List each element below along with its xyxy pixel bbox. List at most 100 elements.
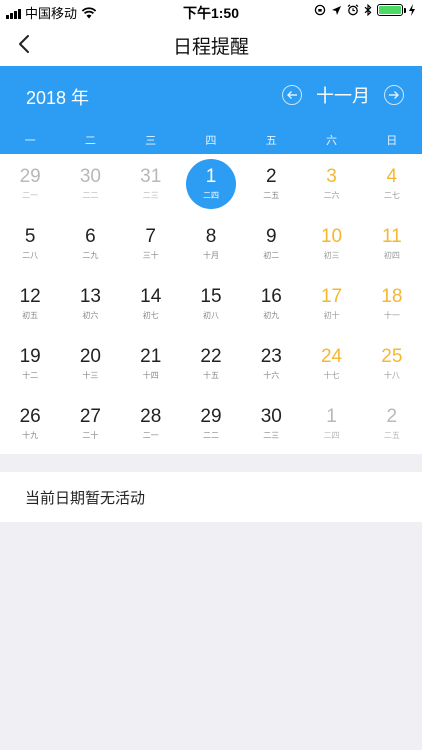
day-number: 30 [79, 166, 101, 187]
lunar-date: 二五 [263, 191, 280, 200]
lunar-date: 十二 [22, 371, 39, 380]
calendar-day[interactable]: 4 二七 [362, 154, 422, 214]
page-title: 日程提醒 [172, 37, 249, 58]
lunar-date: 十六 [263, 371, 280, 380]
lunar-date: 初三 [323, 251, 340, 260]
lunar-date: 十八 [383, 371, 400, 380]
day-number: 14 [140, 286, 162, 307]
calendar-day[interactable]: 25 十八 [362, 334, 422, 394]
day-number: 22 [200, 346, 222, 367]
day-number: 29 [200, 406, 222, 427]
day-number: 1 [326, 406, 337, 427]
calendar-day[interactable]: 10 初三 [301, 214, 361, 274]
calendar-day[interactable]: 13 初六 [60, 274, 120, 334]
calendar-day[interactable]: 31 二三 [121, 154, 181, 214]
lunar-date: 十五 [202, 371, 219, 380]
calendar-day-selected[interactable]: 1 二四 [181, 154, 241, 214]
day-number: 20 [79, 346, 101, 367]
calendar-day[interactable]: 29 二一 [0, 154, 60, 214]
day-number: 16 [260, 286, 282, 307]
weekday-label: 日 [386, 135, 398, 147]
day-number: 15 [200, 286, 222, 307]
calendar-day[interactable]: 8 十月 [181, 214, 241, 274]
lunar-date: 二九 [82, 251, 99, 260]
calendar-day[interactable]: 22 十五 [181, 334, 241, 394]
day-number: 2 [265, 166, 277, 187]
location-icon [332, 5, 341, 15]
calendar-day[interactable]: 12 初五 [0, 274, 60, 334]
charging-icon [409, 4, 415, 16]
weekday-label: 五 [265, 135, 277, 147]
calendar-day[interactable]: 16 初九 [241, 274, 301, 334]
lunar-date: 二六 [323, 191, 340, 200]
calendar-day[interactable]: 15 初八 [181, 274, 241, 334]
calendar-day[interactable]: 21 十四 [121, 334, 181, 394]
day-number: 18 [381, 286, 403, 307]
calendar-day[interactable]: 1 二四 [301, 394, 361, 454]
day-number: 6 [85, 226, 96, 247]
calendar-day[interactable]: 11 初四 [362, 214, 422, 274]
lunar-date: 初五 [22, 311, 39, 320]
lunar-date: 三十 [142, 251, 159, 260]
calendar-day[interactable]: 28 二一 [121, 394, 181, 454]
lunar-date: 初二 [263, 251, 280, 260]
calendar-day[interactable]: 6 二九 [60, 214, 120, 274]
prev-month-button[interactable] [282, 85, 302, 105]
calendar-day[interactable]: 26 十九 [0, 394, 60, 454]
calendar-day[interactable]: 3 二六 [301, 154, 361, 214]
rotation-lock-icon [314, 4, 326, 16]
weekday-label: 六 [325, 135, 337, 147]
calendar-day[interactable]: 7 三十 [121, 214, 181, 274]
day-number: 26 [19, 406, 41, 427]
day-number: 8 [205, 226, 217, 247]
next-month-button[interactable] [384, 85, 404, 105]
lunar-date: 二八 [22, 251, 39, 260]
battery-icon [377, 4, 406, 16]
day-number: 1 [205, 166, 217, 187]
weekday-label: 四 [205, 135, 217, 147]
calendar-day[interactable]: 9 初二 [241, 214, 301, 274]
day-number: 2 [386, 406, 398, 427]
calendar-day[interactable]: 17 初十 [301, 274, 361, 334]
day-number: 31 [140, 166, 162, 187]
calendar-day[interactable]: 30 二二 [60, 154, 120, 214]
calendar-day[interactable]: 5 二八 [0, 214, 60, 274]
day-number: 3 [326, 166, 337, 187]
alarm-icon [347, 4, 359, 16]
day-number: 19 [19, 346, 41, 367]
navigation-bar: 日程提醒 [0, 22, 422, 66]
lunar-date: 初九 [263, 311, 280, 320]
calendar-grid: 29 二一 30 二二 31 二三 1 二四 2 二五 3 二六 4 二七 5 二八 6 二九 7 三十 8 十月 9 初二 1… [0, 154, 422, 454]
lunar-date: 二四 [202, 191, 219, 200]
lunar-date: 初七 [142, 311, 159, 320]
day-number: 17 [320, 286, 343, 307]
lunar-date: 二二 [82, 191, 99, 200]
lunar-date: 二二 [202, 431, 219, 440]
calendar-day[interactable]: 24 十七 [301, 334, 361, 394]
status-bar: 中国移动 下午1:50 [0, 0, 422, 22]
day-number: 25 [381, 346, 403, 367]
calendar-day[interactable]: 27 二十 [60, 394, 120, 454]
calendar-day[interactable]: 2 二五 [362, 394, 422, 454]
weekday-label: 一 [24, 135, 36, 147]
calendar-day[interactable]: 2 二五 [241, 154, 301, 214]
lunar-date: 十九 [22, 431, 39, 440]
day-number: 21 [140, 346, 162, 367]
lunar-date: 十月 [202, 251, 219, 260]
lunar-date: 十三 [82, 371, 99, 380]
day-number: 9 [265, 226, 277, 247]
bluetooth-icon [364, 4, 372, 16]
day-number: 4 [386, 166, 398, 187]
lunar-date: 二三 [142, 191, 159, 200]
day-number: 30 [260, 406, 282, 427]
calendar-day[interactable]: 14 初七 [121, 274, 181, 334]
calendar-day[interactable]: 29 二二 [181, 394, 241, 454]
calendar-day[interactable]: 23 十六 [241, 334, 301, 394]
month-label: 十一月 [316, 86, 370, 106]
calendar-day[interactable]: 19 十二 [0, 334, 60, 394]
calendar-day[interactable]: 18 十一 [362, 274, 422, 334]
lunar-date: 十七 [323, 371, 340, 380]
day-number: 24 [320, 346, 343, 367]
calendar-day[interactable]: 30 二三 [241, 394, 301, 454]
calendar-day[interactable]: 20 十三 [60, 334, 120, 394]
